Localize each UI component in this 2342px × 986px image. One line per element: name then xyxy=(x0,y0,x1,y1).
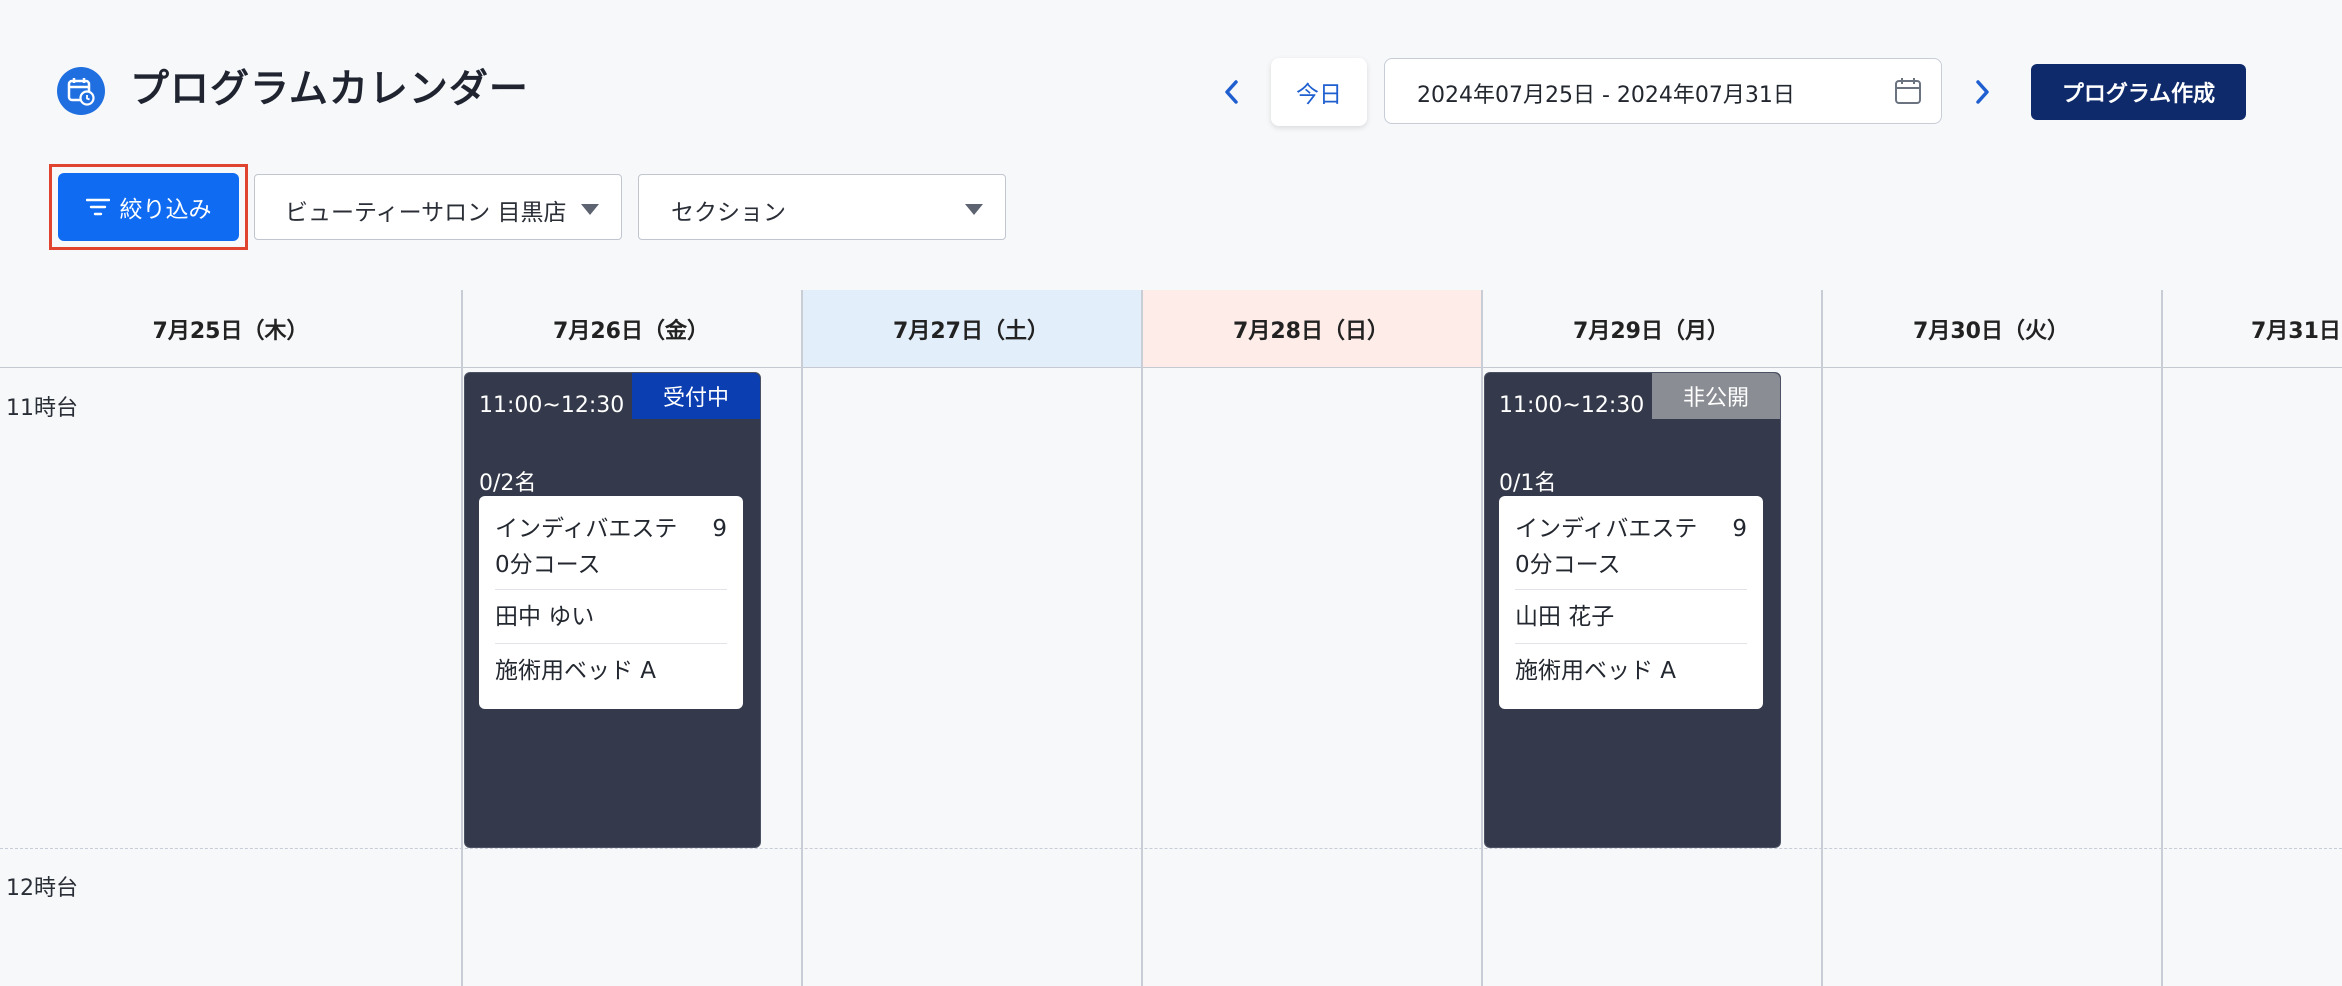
event-staff: 山田 花子 xyxy=(1515,590,1747,644)
column-divider xyxy=(1141,290,1143,986)
column-divider xyxy=(1821,290,1823,986)
event-course-line2: 0分コース xyxy=(495,552,601,578)
day-header-0731: 7月31日 xyxy=(2161,290,2342,368)
event-course-name: インディバエステ xyxy=(1515,516,1721,542)
chevron-down-icon xyxy=(581,204,599,215)
prev-week-button[interactable] xyxy=(1212,62,1252,122)
page-title: プログラムカレンダー xyxy=(130,67,529,112)
store-select-value: ビューティーサロン 目黒店 xyxy=(285,200,567,226)
calendar-clock-icon xyxy=(57,67,105,115)
event-capacity: 0/2名 xyxy=(479,471,537,496)
program-event-card[interactable]: 11:00~12:30 受付中 0/2名 インディバエステ 0分コース 9 田中… xyxy=(464,372,761,848)
filter-button-label: 絞り込み xyxy=(119,197,212,223)
store-select[interactable]: ビューティーサロン 目黒店 xyxy=(254,174,622,240)
event-resource: 施術用ベッド A xyxy=(495,658,657,684)
calendar-icon[interactable] xyxy=(1893,76,1923,110)
section-select-placeholder: セクション xyxy=(671,200,786,226)
event-capacity: 0/1名 xyxy=(1499,471,1557,496)
create-program-button[interactable]: プログラム作成 xyxy=(2031,64,2246,120)
event-time: 11:00~12:30 xyxy=(1499,393,1645,418)
status-badge: 非公開 xyxy=(1652,373,1780,419)
event-course-name: インディバエステ xyxy=(495,516,701,542)
event-staff: 田中 ゆい xyxy=(495,590,727,644)
column-divider xyxy=(461,290,463,986)
date-range-text: 2024年07月25日 - 2024年07月31日 xyxy=(1417,83,1795,108)
event-resource: 施術用ベッド A xyxy=(1515,658,1677,684)
filter-icon xyxy=(85,198,110,216)
chevron-left-icon xyxy=(1225,80,1238,104)
event-time: 11:00~12:30 xyxy=(479,393,625,418)
column-divider xyxy=(801,290,803,986)
event-course: インディバエステ 0分コース 9 xyxy=(495,496,727,590)
program-event-card[interactable]: 11:00~12:30 非公開 0/1名 インディバエステ 0分コース 9 山田… xyxy=(1484,372,1781,848)
day-header-0725: 7月25日（木） xyxy=(0,290,461,368)
day-header-0727: 7月27日（土） xyxy=(801,290,1141,368)
date-range-picker[interactable]: 2024年07月25日 - 2024年07月31日 xyxy=(1384,58,1942,124)
event-detail-card[interactable]: インディバエステ 0分コース 9 山田 花子 施術用ベッド A xyxy=(1499,496,1763,709)
column-divider xyxy=(1481,290,1483,986)
status-badge: 受付中 xyxy=(632,373,760,419)
column-divider xyxy=(2161,290,2163,986)
day-header-0728: 7月28日（日） xyxy=(1141,290,1481,368)
event-detail-card[interactable]: インディバエステ 0分コース 9 田中 ゆい 施術用ベッド A xyxy=(479,496,743,709)
event-course-line2: 0分コース xyxy=(1515,552,1621,578)
hour-divider xyxy=(0,848,2342,849)
event-course-suffix: 9 xyxy=(1732,516,1747,542)
filter-button[interactable]: 絞り込み xyxy=(58,173,239,241)
today-button[interactable]: 今日 xyxy=(1271,58,1367,126)
hour-label-12: 12時台 xyxy=(6,876,78,901)
day-header-0730: 7月30日（火） xyxy=(1821,290,2161,368)
next-week-button[interactable] xyxy=(1962,62,2002,122)
event-course-suffix: 9 xyxy=(712,516,727,542)
hour-label-11: 11時台 xyxy=(6,396,78,421)
day-header-0726: 7月26日（金） xyxy=(461,290,801,368)
chevron-down-icon xyxy=(965,204,983,215)
section-select[interactable]: セクション xyxy=(638,174,1006,240)
day-header-0729: 7月29日（月） xyxy=(1481,290,1821,368)
event-course: インディバエステ 0分コース 9 xyxy=(1515,496,1747,590)
chevron-right-icon xyxy=(1976,80,1989,104)
